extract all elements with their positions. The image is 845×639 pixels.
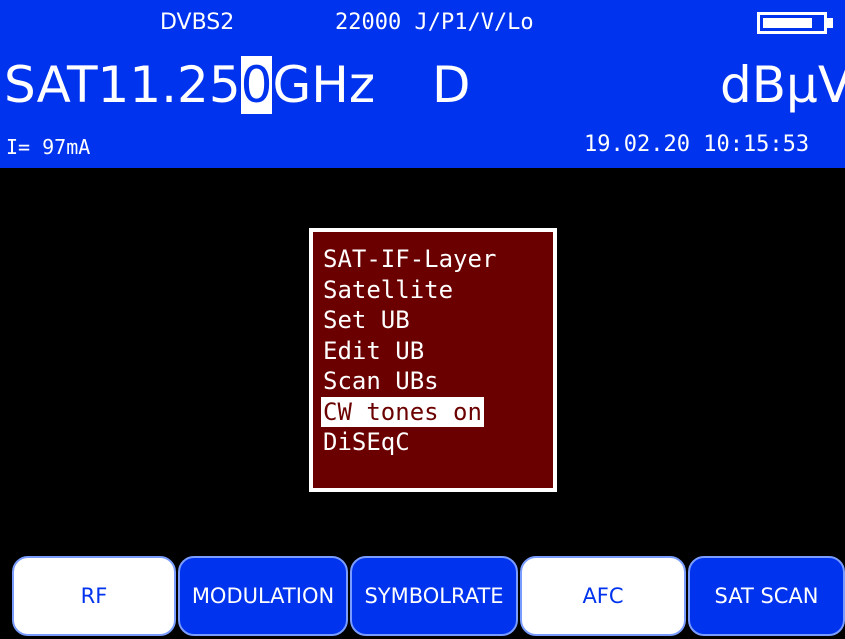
menu-item-diseqc[interactable]: DiSEqC — [321, 427, 553, 458]
freq-cursor-digit[interactable]: 0 — [240, 56, 273, 114]
level-unit: dBμV — [720, 56, 845, 114]
battery-icon — [757, 12, 827, 34]
frequency-display[interactable]: SAT11.250GHz — [4, 54, 375, 116]
modulation-mode: DVBS2 — [160, 10, 235, 35]
menu-item-scan-ubs[interactable]: Scan UBs — [321, 366, 553, 397]
menu-item-set-ub[interactable]: Set UB — [321, 305, 553, 336]
freq-digits: 11.25 — [97, 56, 241, 114]
battery-level — [763, 18, 813, 28]
softkey-bar: RF MODULATION SYMBOLRATE AFC SAT SCAN — [0, 556, 845, 639]
menu-item-sat-if-layer[interactable]: SAT-IF-Layer — [321, 244, 553, 275]
menu-item-cw-tones[interactable]: CW tones on — [321, 396, 484, 427]
battery-tip — [827, 18, 833, 28]
date-time: 19.02.20 10:15:53 — [584, 132, 810, 157]
band-label: SAT — [4, 56, 98, 114]
transponder-params: 22000 J/P1/V/Lo — [335, 10, 534, 35]
lnb-current: I= 97mA — [6, 135, 91, 159]
sat-menu: SAT-IF-Layer Satellite Set UB Edit UB Sc… — [309, 228, 557, 492]
freq-unit: GHz — [272, 56, 376, 114]
softkey-rf[interactable]: RF — [12, 556, 176, 636]
softkey-afc[interactable]: AFC — [520, 556, 686, 636]
menu-item-edit-ub[interactable]: Edit UB — [321, 336, 553, 367]
sat-menu-list: SAT-IF-Layer Satellite Set UB Edit UB Sc… — [313, 232, 553, 488]
menu-item-satellite[interactable]: Satellite — [321, 275, 553, 306]
status-header: DVBS2 22000 J/P1/V/Lo SAT11.250GHz D dBμ… — [0, 0, 845, 168]
softkey-symbolrate[interactable]: SYMBOLRATE — [350, 556, 518, 636]
softkey-sat-scan[interactable]: SAT SCAN — [688, 556, 845, 636]
softkey-modulation[interactable]: MODULATION — [178, 556, 348, 636]
polarity-label: D — [432, 56, 471, 114]
